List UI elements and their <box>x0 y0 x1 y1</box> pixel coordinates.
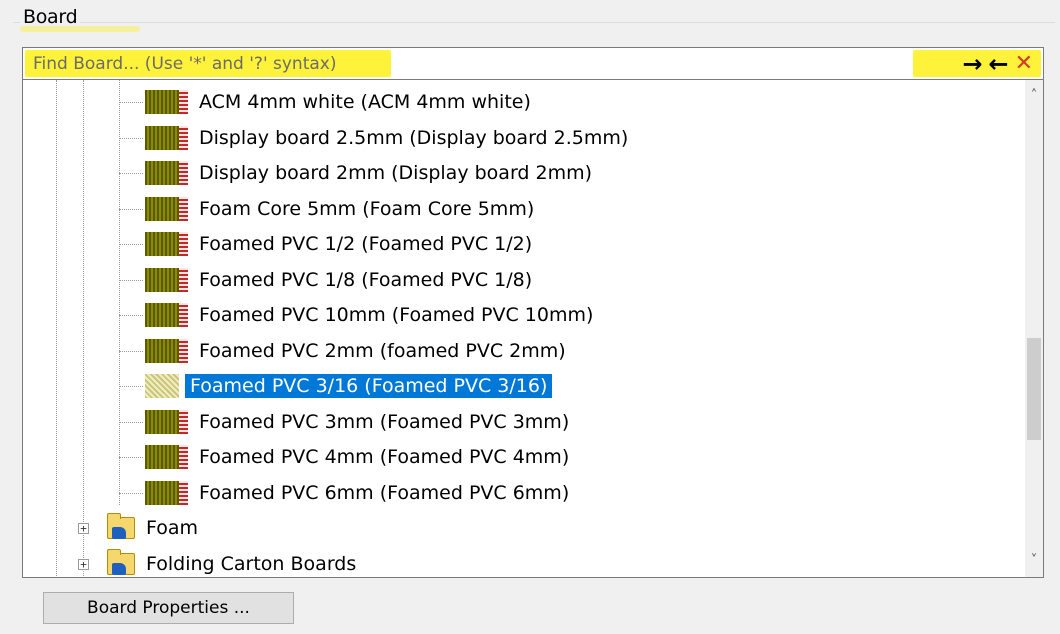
scroll-down-icon[interactable]: ˅ <box>1025 551 1043 571</box>
find-actions: → ← ✕ <box>913 50 1041 77</box>
tree-guide-line <box>56 80 57 577</box>
tree-item-label: Foamed PVC 4mm (Foamed PVC 4mm) <box>199 446 570 468</box>
tree-expand-icon[interactable]: + <box>78 558 89 570</box>
board-material-icon <box>145 161 188 185</box>
tree-item-board[interactable]: Foamed PVC 1/8 (Foamed PVC 1/8) <box>119 265 537 295</box>
tree-connector <box>119 315 143 316</box>
tree-item-board[interactable]: Foamed PVC 2mm (foamed PVC 2mm) <box>119 336 571 366</box>
tree-connector <box>119 350 143 352</box>
find-bar: → ← ✕ <box>22 47 1044 80</box>
board-tree[interactable]: ACM 4mm white (ACM 4mm white) Display boa… <box>22 80 1044 578</box>
tree-item-board[interactable]: Foamed PVC 3/16 (Foamed PVC 3/16) <box>119 371 553 401</box>
tree-item-board[interactable]: Foamed PVC 10mm (Foamed PVC 10mm) <box>119 300 598 330</box>
tree-item-board[interactable]: Foam Core 5mm (Foam Core 5mm) <box>119 194 539 224</box>
tree-guide-line <box>119 80 120 505</box>
board-material-icon <box>145 232 188 256</box>
tree-connector <box>119 244 143 245</box>
tree-guide-line <box>83 80 84 577</box>
tree-item-label: Foamed PVC 1/8 (Foamed PVC 1/8) <box>199 268 533 291</box>
board-material-icon <box>145 480 188 505</box>
board-material-icon <box>145 409 188 434</box>
tree-item-label: Foam Core 5mm (Foam Core 5mm) <box>199 197 535 220</box>
board-material-icon <box>145 374 179 398</box>
board-material-icon <box>145 303 188 327</box>
board-material-icon <box>145 267 188 292</box>
tree-connector <box>119 279 143 281</box>
group-box-frame <box>13 22 1055 23</box>
tree-item-label: Foamed PVC 2mm (foamed PVC 2mm) <box>199 339 566 362</box>
folder-icon <box>107 548 135 575</box>
tree-item-label: Folding Carton Boards <box>146 552 357 575</box>
tree-item-board[interactable]: Display board 2mm (Display board 2mm) <box>119 158 597 188</box>
tree-item-label: Foamed PVC 3/16 (Foamed PVC 3/16) <box>185 374 553 398</box>
find-board-input[interactable] <box>25 50 391 77</box>
tree-connector <box>119 137 143 139</box>
tree-connector <box>119 173 143 174</box>
tree-content: ACM 4mm white (ACM 4mm white) Display boa… <box>23 80 1025 577</box>
scroll-thumb[interactable] <box>1027 338 1041 440</box>
tree-item-board[interactable]: Foamed PVC 1/2 (Foamed PVC 1/2) <box>119 229 537 259</box>
vertical-scrollbar[interactable]: ˄ ˅ <box>1025 80 1043 577</box>
tree-item-board[interactable]: Foamed PVC 4mm (Foamed PVC 4mm) <box>119 442 574 472</box>
tree-item-folder[interactable]: Foam <box>107 513 203 543</box>
tree-item-board[interactable]: ACM 4mm white (ACM 4mm white) <box>119 87 536 117</box>
scroll-up-icon[interactable]: ˄ <box>1025 86 1043 106</box>
tree-item-label: Foamed PVC 10mm (Foamed PVC 10mm) <box>199 304 594 326</box>
board-material-icon <box>145 338 188 363</box>
tree-connector <box>119 102 143 103</box>
board-material-icon <box>145 445 188 469</box>
tree-item-label: Foamed PVC 6mm (Foamed PVC 6mm) <box>199 481 570 504</box>
folder-icon <box>107 513 135 539</box>
tree-expand-icon[interactable]: + <box>78 523 89 534</box>
tree-item-label: ACM 4mm white (ACM 4mm white) <box>199 91 531 113</box>
tree-connector <box>119 421 143 423</box>
tree-item-label: Display board 2.5mm (Display board 2.5mm… <box>199 126 629 149</box>
tree-item-folder[interactable]: Folding Carton Boards <box>107 548 361 578</box>
board-material-icon <box>145 196 188 221</box>
tree-connector <box>119 492 143 494</box>
tree-connector <box>119 208 143 210</box>
tree-item-label: Display board 2mm (Display board 2mm) <box>199 162 593 184</box>
tree-item-label: Foamed PVC 1/2 (Foamed PVC 1/2) <box>199 233 533 255</box>
board-material-icon <box>145 125 188 150</box>
board-properties-button[interactable]: Board Properties ... <box>43 592 294 624</box>
find-next-arrow-icon[interactable]: → <box>962 52 982 76</box>
tree-item-label: Foamed PVC 3mm (Foamed PVC 3mm) <box>199 410 570 433</box>
tree-item-board[interactable]: Foamed PVC 3mm (Foamed PVC 3mm) <box>119 407 574 437</box>
tree-item-board[interactable]: Foamed PVC 6mm (Foamed PVC 6mm) <box>119 478 574 508</box>
clear-search-icon[interactable]: ✕ <box>1015 51 1033 76</box>
board-material-icon <box>145 90 188 114</box>
group-box-label: Board <box>20 6 142 32</box>
tree-connector <box>119 457 143 458</box>
tree-connector <box>119 386 143 387</box>
find-prev-arrow-icon[interactable]: ← <box>988 52 1008 76</box>
tree-item-board[interactable]: Display board 2.5mm (Display board 2.5mm… <box>119 123 633 153</box>
tree-item-label: Foam <box>146 517 199 539</box>
